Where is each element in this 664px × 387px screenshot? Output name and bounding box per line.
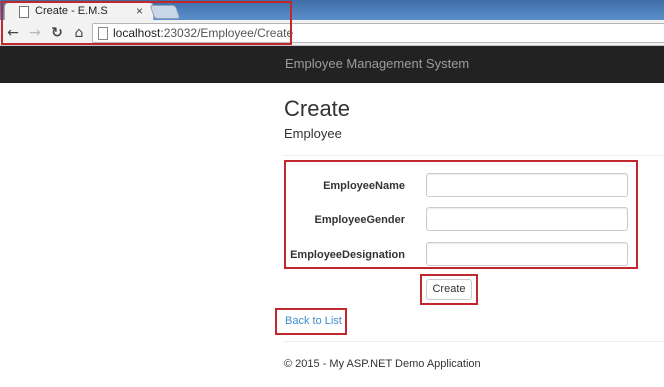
tab-title: Create - E.M.S — [35, 5, 108, 17]
forward-arrow-icon[interactable]: → — [26, 24, 44, 42]
browser-toolbar: ← → ↻ ⌂ localhost:23032/Employee/Create — [0, 20, 664, 46]
employee-name-label: EmployeeName — [323, 180, 405, 192]
app-navbar: Employee Management System — [0, 46, 664, 83]
back-to-list-link[interactable]: Back to List — [285, 315, 342, 327]
page-icon — [19, 6, 29, 18]
back-arrow-icon[interactable]: ← — [4, 24, 22, 42]
employee-form: EmployeeName EmployeeGender EmployeeDesi… — [284, 160, 638, 269]
reload-icon[interactable]: ↻ — [48, 24, 66, 42]
address-url: localhost:23032/Employee/Create — [113, 26, 293, 40]
url-host: localhost — [113, 26, 161, 40]
employee-gender-input[interactable] — [426, 207, 628, 231]
browser-tabstrip: Create - E.M.S × — [0, 0, 664, 20]
close-icon[interactable]: × — [136, 4, 143, 18]
navbar-brand[interactable]: Employee Management System — [285, 56, 469, 71]
back-link-highlight: Back to List — [275, 308, 347, 335]
divider — [284, 155, 664, 156]
employee-designation-input[interactable] — [426, 242, 628, 266]
url-path: :23032/Employee/Create — [160, 26, 294, 40]
employee-gender-label: EmployeeGender — [314, 214, 405, 226]
address-bar[interactable]: localhost:23032/Employee/Create — [92, 23, 664, 43]
page-icon — [98, 27, 108, 40]
create-button-highlight: Create — [420, 274, 478, 305]
browser-tab[interactable]: Create - E.M.S × — [4, 2, 154, 20]
home-icon[interactable]: ⌂ — [70, 24, 88, 42]
employee-name-input[interactable] — [426, 173, 628, 197]
page-title: Create — [284, 96, 351, 121]
footer-text: © 2015 - My ASP.NET Demo Application — [284, 358, 481, 370]
create-button[interactable]: Create — [426, 279, 472, 300]
divider — [284, 341, 664, 342]
new-tab-button[interactable] — [149, 5, 181, 19]
page-subtitle: Employee — [284, 126, 342, 141]
employee-designation-label: EmployeeDesignation — [290, 249, 405, 261]
